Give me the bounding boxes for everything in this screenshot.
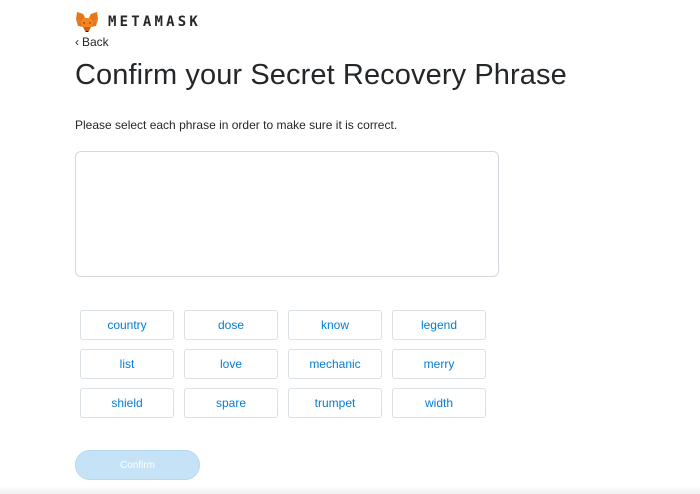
chevron-left-icon: ‹ <box>75 35 79 49</box>
word-button-love[interactable]: love <box>184 349 278 379</box>
metamask-logo: METAMASK <box>75 11 201 33</box>
word-button-width[interactable]: width <box>392 388 486 418</box>
page-bottom-edge <box>0 486 700 494</box>
back-label: Back <box>82 35 109 49</box>
selected-phrase-area <box>75 151 499 277</box>
confirm-button[interactable]: Confirm <box>75 450 200 480</box>
page-title: Confirm your Secret Recovery Phrase <box>75 59 567 91</box>
metamask-fox-icon <box>76 12 98 32</box>
word-button-mechanic[interactable]: mechanic <box>288 349 382 379</box>
instructions-text: Please select each phrase in order to ma… <box>75 118 398 132</box>
word-button-legend[interactable]: legend <box>392 310 486 340</box>
word-button-merry[interactable]: merry <box>392 349 486 379</box>
word-button-trumpet[interactable]: trumpet <box>288 388 382 418</box>
word-button-shield[interactable]: shield <box>80 388 174 418</box>
word-button-dose[interactable]: dose <box>184 310 278 340</box>
metamask-wordmark: METAMASK <box>108 14 202 30</box>
word-button-list[interactable]: list <box>80 349 174 379</box>
word-button-spare[interactable]: spare <box>184 388 278 418</box>
back-link[interactable]: ‹ Back <box>75 35 109 49</box>
word-options-grid: country dose know legend list love mecha… <box>80 310 488 418</box>
word-button-know[interactable]: know <box>288 310 382 340</box>
word-button-country[interactable]: country <box>80 310 174 340</box>
